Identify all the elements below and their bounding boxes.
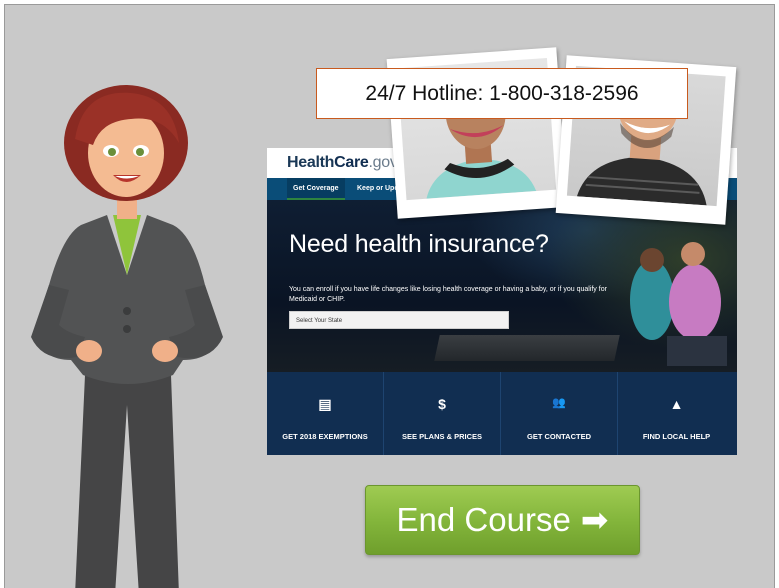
people-icon: 👥 xyxy=(552,397,566,409)
tile-label: FIND LOCAL HELP xyxy=(642,432,711,441)
presenter-character xyxy=(31,85,223,588)
dollar-icon: $ xyxy=(438,396,446,412)
road-icon: ▲ xyxy=(669,396,684,412)
action-tiles: ▤ GET 2018 EXEMPTIONS $ SEE PLANS & PRIC… xyxy=(267,372,737,455)
tile-plans: $ SEE PLANS & PRICES xyxy=(384,372,501,455)
tile-label: GET CONTACTED xyxy=(526,432,592,441)
hero-image: Need health insurance? You can enroll if… xyxy=(267,200,737,372)
healthcare-logo: HealthCare.gov xyxy=(287,154,398,171)
hotline-banner: 24/7 Hotline: 1-800-318-2596 xyxy=(316,68,688,119)
tile-exemptions: ▤ GET 2018 EXEMPTIONS xyxy=(267,372,384,455)
bench-shape xyxy=(434,335,620,361)
nav-get-coverage: Get Coverage xyxy=(287,178,345,200)
end-course-button[interactable]: End Course ➡ xyxy=(365,485,640,555)
state-select: Select Your State xyxy=(289,311,509,329)
slide: HealthCare.gov Get Coverage Keep or Upda… xyxy=(4,4,775,588)
calculator-icon: ▤ xyxy=(318,396,332,412)
tile-label: SEE PLANS & PRICES xyxy=(401,432,483,441)
arrow-right-icon: ➡ xyxy=(580,501,609,538)
tile-contacted: 👥 GET CONTACTED xyxy=(501,372,618,455)
tile-label: GET 2018 EXEMPTIONS xyxy=(282,432,368,441)
end-course-label: End Course xyxy=(396,501,571,538)
hero-subtext: You can enroll if you have life changes … xyxy=(289,286,607,303)
couple-photo xyxy=(630,242,727,366)
hero-heading: Need health insurance? xyxy=(289,230,549,258)
tile-local-help: ▲ FIND LOCAL HELP xyxy=(618,372,735,455)
